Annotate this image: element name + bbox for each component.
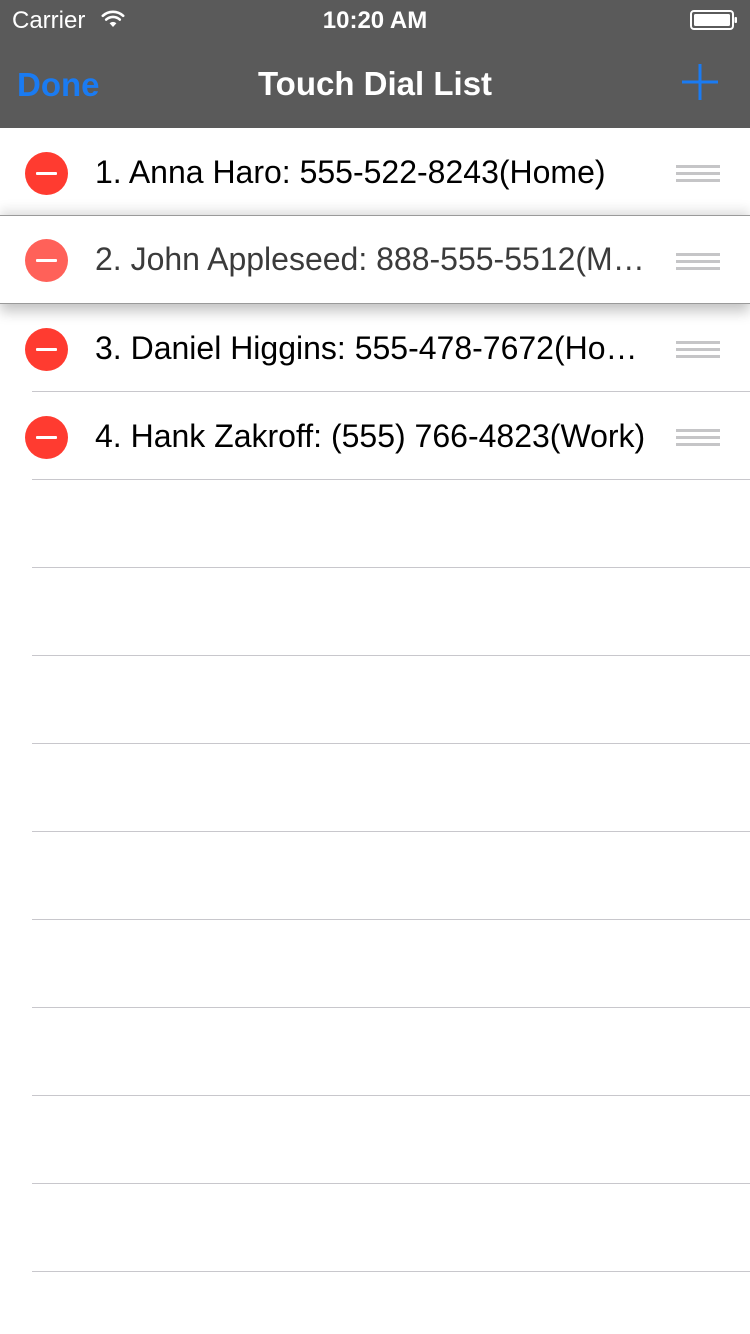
plus-icon[interactable]: [680, 62, 720, 102]
reorder-handle-icon[interactable]: [676, 165, 720, 182]
empty-row-separator: [32, 919, 750, 920]
reorder-handle-icon[interactable]: [676, 253, 720, 270]
empty-row-separator: [32, 1095, 750, 1096]
empty-row-separator: [32, 655, 750, 656]
row-separator: [32, 479, 750, 480]
touch-dial-list-screen: Carrier 10:20 AM Done Touch Dial List 1.…: [0, 0, 750, 1334]
empty-row-separator: [32, 1271, 750, 1272]
status-bar: Carrier 10:20 AM: [0, 0, 750, 40]
contact-label: 2. John Appleseed: 888-555-5512(Mobile): [95, 241, 655, 277]
list-item-dragging[interactable]: 2. John Appleseed: 888-555-5512(Mobile): [0, 215, 750, 304]
battery-icon: [690, 10, 737, 30]
contact-list: 1. Anna Haro: 555-522-8243(Home) 3. Dani…: [0, 128, 750, 1334]
page-title: Touch Dial List: [257, 65, 493, 102]
contact-label: 4. Hank Zakroff: (555) 766-4823(Work): [95, 418, 646, 454]
reorder-handle-icon[interactable]: [676, 429, 720, 446]
delete-minus-icon[interactable]: [25, 239, 68, 282]
list-item[interactable]: 1. Anna Haro: 555-522-8243(Home): [0, 128, 750, 216]
delete-minus-icon[interactable]: [25, 152, 68, 195]
empty-row-separator: [32, 831, 750, 832]
delete-minus-icon[interactable]: [25, 416, 68, 459]
navigation-bar: Done Touch Dial List: [0, 40, 750, 128]
empty-row-separator: [32, 743, 750, 744]
empty-row-separator: [32, 1007, 750, 1008]
list-item[interactable]: 4. Hank Zakroff: (555) 766-4823(Work): [0, 392, 750, 480]
contact-label: 3. Daniel Higgins: 555-478-7672(Home): [95, 330, 655, 366]
status-time: 10:20 AM: [322, 7, 428, 34]
contact-label: 1. Anna Haro: 555-522-8243(Home): [95, 154, 606, 190]
empty-row-separator: [32, 1183, 750, 1184]
delete-minus-icon[interactable]: [25, 328, 68, 371]
reorder-handle-icon[interactable]: [676, 341, 720, 358]
top-bar: Carrier 10:20 AM Done Touch Dial List: [0, 0, 750, 128]
list-item[interactable]: 3. Daniel Higgins: 555-478-7672(Home): [0, 304, 750, 392]
empty-row-separator: [32, 567, 750, 568]
